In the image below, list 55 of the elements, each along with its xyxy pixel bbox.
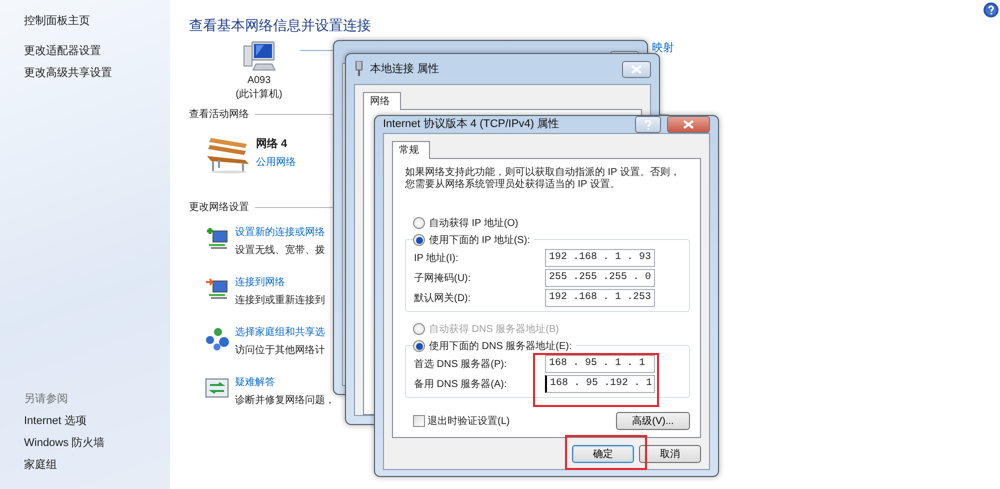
- network-connect-icon: [205, 277, 229, 301]
- section-heading: 更改网络设置: [189, 200, 249, 215]
- intro-text: 如果网络支持此功能，则可以获取自动指派的 IP 设置。否则，您需要从网络系统管理员处获得适当的 IP 设置。: [405, 167, 681, 191]
- page-title: 查看基本网络信息并设置连接: [189, 16, 371, 34]
- map-link[interactable]: 映射: [652, 40, 674, 56]
- see-also-heading: 另请参阅: [24, 392, 68, 407]
- computer-name: A093: [247, 74, 271, 88]
- help-icon: [983, 2, 999, 18]
- ok-button[interactable]: 确定: [572, 445, 634, 463]
- task-link[interactable]: 疑难解答: [235, 377, 275, 389]
- field-label: IP 地址(I):: [414, 252, 458, 266]
- close-button[interactable]: [622, 60, 651, 78]
- cancel-button[interactable]: 取消: [639, 445, 701, 463]
- window-title: Internet 协议版本 4 (TCP/IPv4) 属性: [383, 117, 560, 132]
- ip-input[interactable]: 192 .168 . 1 . 93: [545, 249, 655, 267]
- sidebar-link[interactable]: 更改适配器设置: [24, 40, 101, 62]
- sidebar-link[interactable]: 家庭组: [24, 454, 57, 476]
- question-icon: [644, 120, 652, 130]
- window-title: 本地连接 属性: [370, 62, 440, 77]
- section-heading: 查看活动网络: [189, 108, 249, 122]
- tab[interactable]: 网络: [363, 92, 401, 110]
- field-label: 默认网关(D):: [414, 292, 471, 306]
- ip-input[interactable]: 255 .255 .255 . 0: [545, 269, 655, 287]
- tab[interactable]: 常规: [392, 141, 430, 159]
- sidebar-link[interactable]: Internet 选项: [24, 410, 86, 432]
- close-button[interactable]: [667, 116, 710, 133]
- sidebar-link[interactable]: Windows 防火墙: [24, 432, 105, 454]
- network-name: 网络 4: [256, 138, 288, 151]
- task-description: 访问位于其他网络计: [235, 345, 325, 357]
- close-icon: [683, 120, 694, 129]
- homegroup-icon: [205, 327, 229, 351]
- task-link[interactable]: 连接到网络: [235, 277, 285, 289]
- plug-icon: [354, 61, 364, 77]
- ip-input[interactable]: 192 .168 . 1 .253: [545, 289, 655, 307]
- ip-input[interactable]: 168 . 95 .192 . 1: [545, 375, 655, 393]
- task-description: 连接到或重新连接到: [235, 295, 325, 307]
- field-label: 备用 DNS 服务器(A):: [414, 378, 507, 392]
- sidebar-link[interactable]: 更改高级共享设置: [24, 62, 112, 84]
- task-link[interactable]: 选择家庭组和共享选: [235, 327, 325, 339]
- advanced-button[interactable]: 高级(V)...: [616, 412, 690, 430]
- task-link[interactable]: 设置新的连接或网络: [235, 227, 325, 239]
- radio-option[interactable]: 使用下面的 IP 地址(S):: [413, 233, 534, 247]
- home-link[interactable]: 控制面板主页: [24, 10, 90, 32]
- close-icon: [631, 64, 642, 74]
- ip-input[interactable]: 168 . 95 . 1 . 1: [545, 355, 655, 373]
- network-type-link[interactable]: 公用网络: [256, 156, 296, 169]
- radio-option[interactable]: 使用下面的 DNS 服务器地址(E):: [413, 339, 576, 353]
- computer-caption: (此计算机): [236, 88, 282, 102]
- field-label: 子网掩码(U):: [414, 272, 471, 286]
- network-add-icon: [205, 227, 229, 251]
- checkbox[interactable]: 退出时验证设置(L): [413, 414, 510, 428]
- help-button[interactable]: [635, 116, 661, 133]
- field-label: 首选 DNS 服务器(P):: [414, 358, 507, 372]
- task-description: 诊断并修复网络问题，: [235, 395, 335, 407]
- task-description: 设置无线、宽带、拨: [235, 245, 325, 257]
